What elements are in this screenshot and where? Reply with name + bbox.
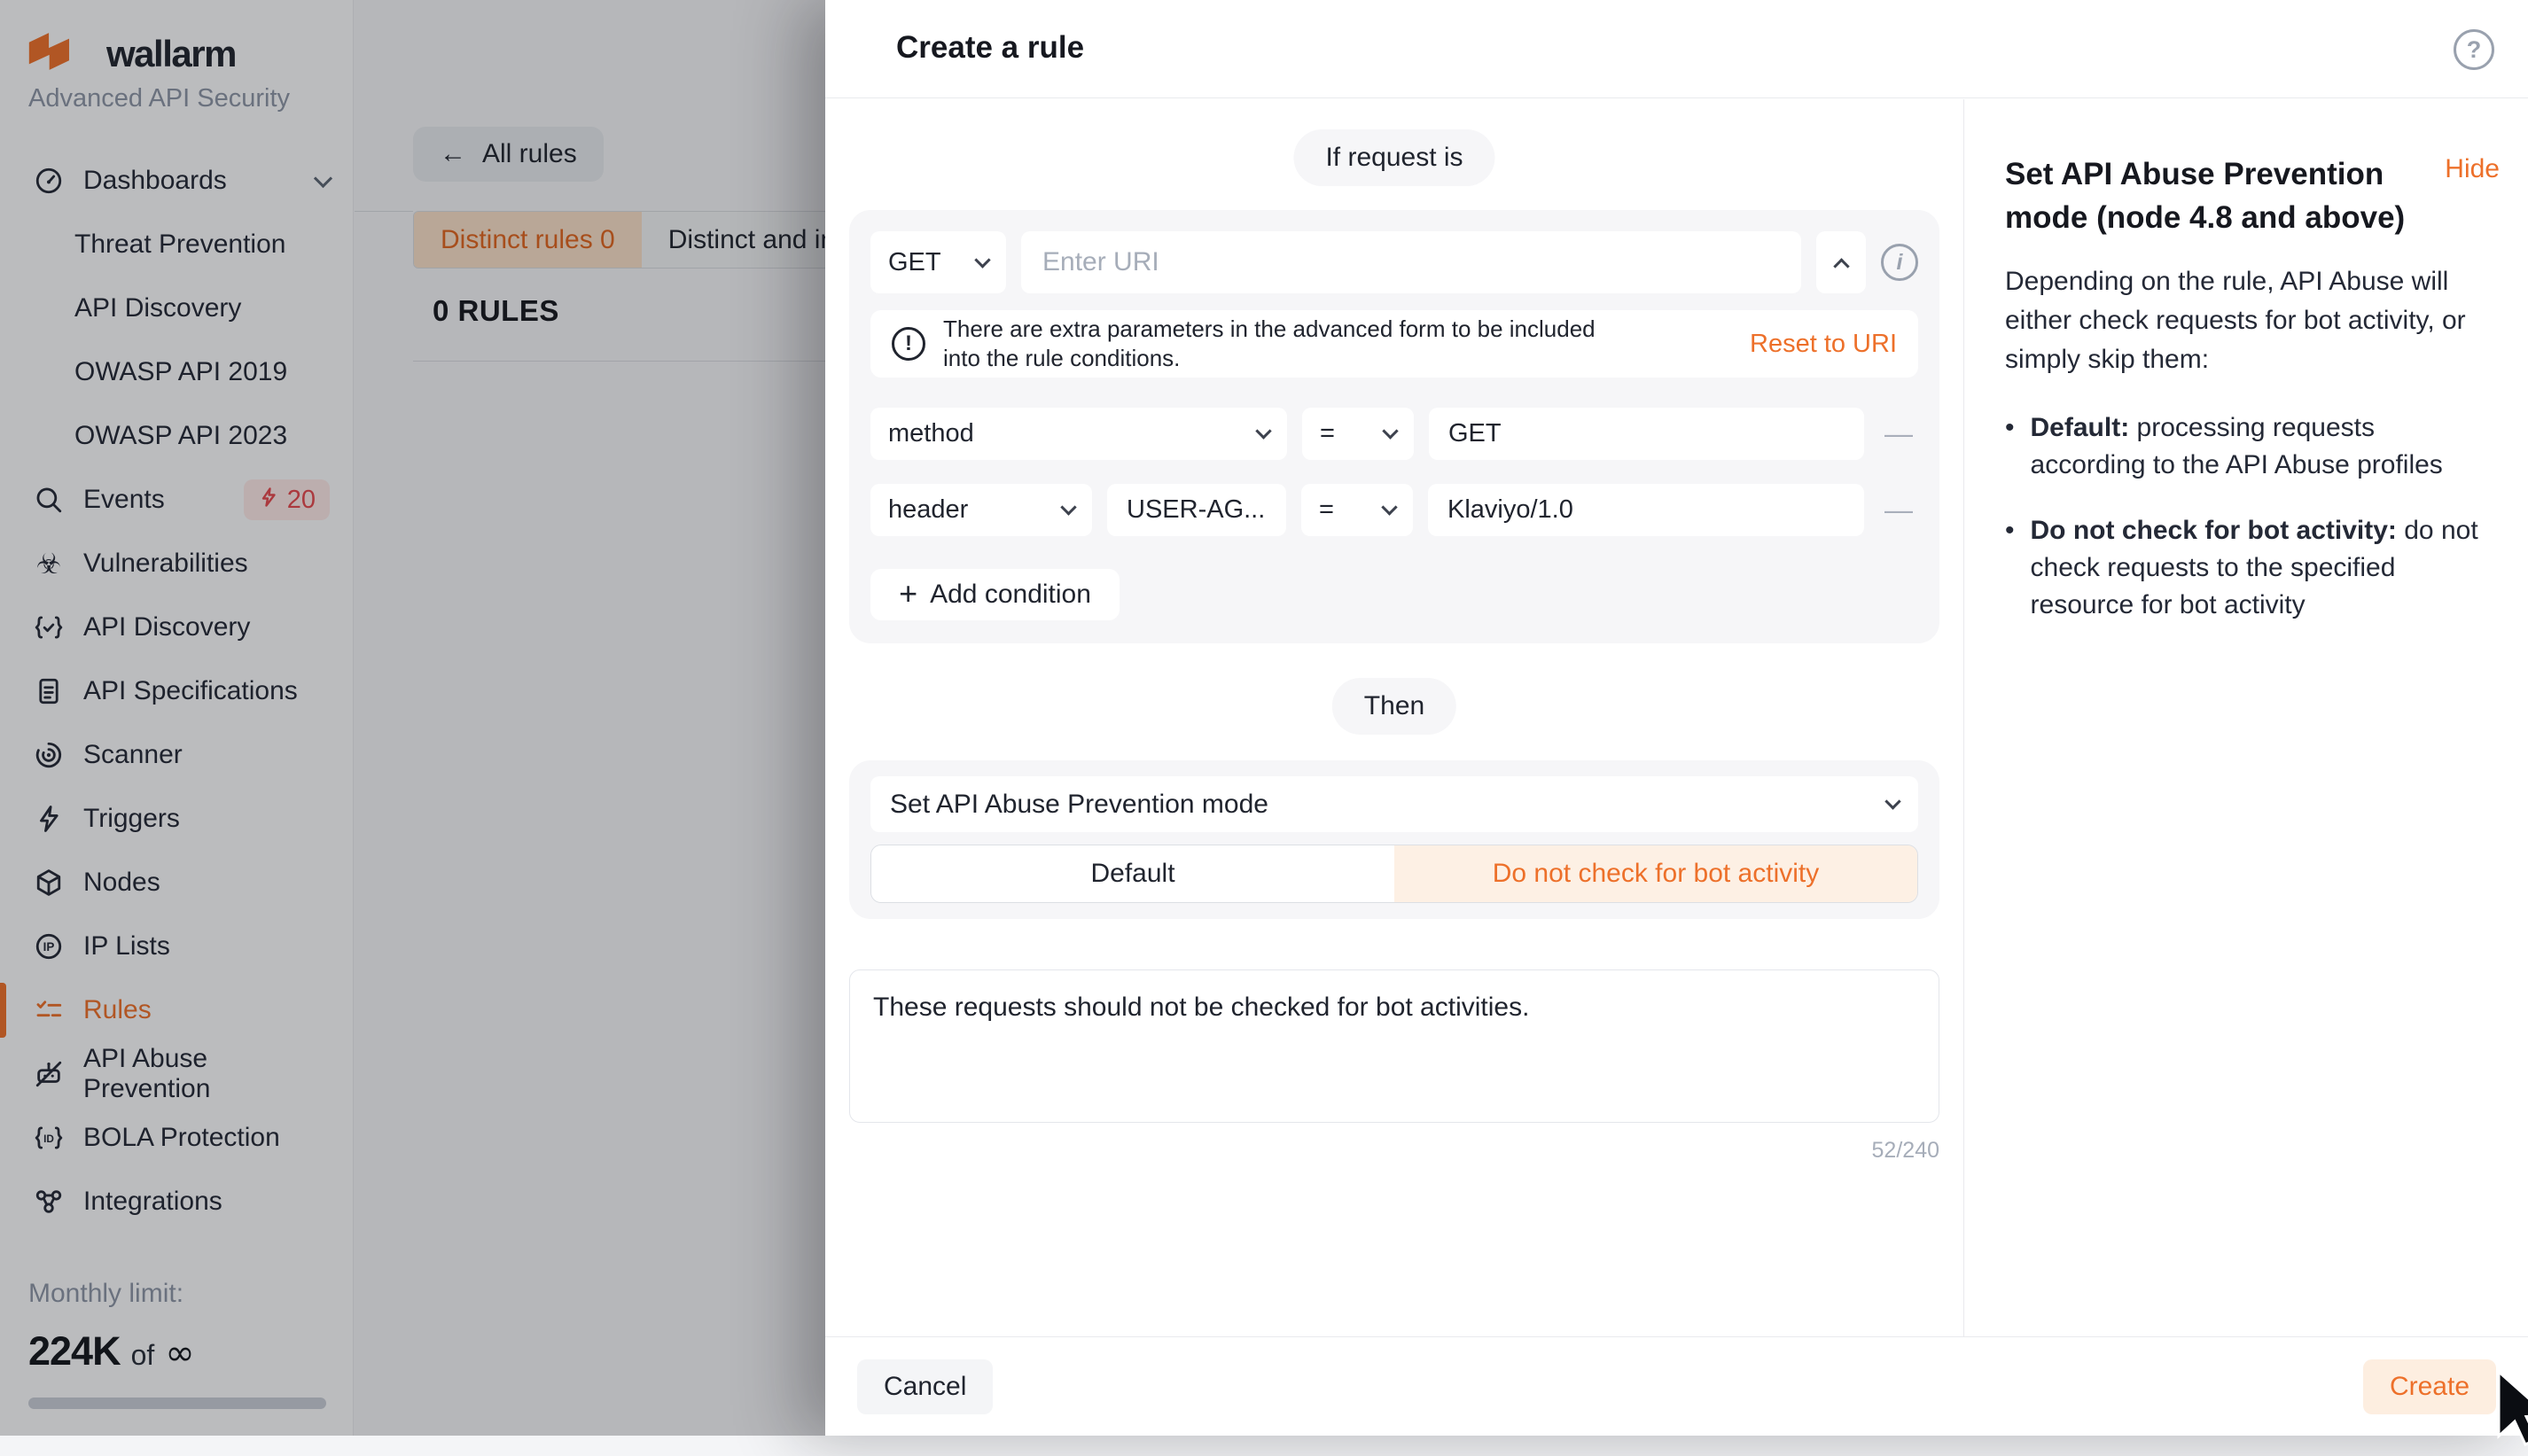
chevron-down-icon	[1255, 423, 1271, 439]
chevron-down-icon	[1884, 793, 1900, 809]
char-counter: 52/240	[1872, 1138, 1939, 1164]
help-side-panel: Set API Abuse Prevention mode (node 4.8 …	[1963, 99, 2528, 1336]
if-request-is-pill: If request is	[1293, 129, 1494, 186]
side-panel-bullets: • Default: processing requests according…	[2005, 409, 2501, 624]
add-condition-button[interactable]: + Add condition	[870, 569, 1120, 620]
condition-operator-value: =	[1320, 419, 1335, 448]
add-condition-label: Add condition	[930, 580, 1091, 610]
side-panel-intro: Depending on the rule, API Abuse will ei…	[2005, 262, 2475, 379]
plus-icon: +	[899, 578, 917, 610]
alert-info-icon: !	[892, 327, 925, 361]
rule-action-select[interactable]: Set API Abuse Prevention mode	[870, 776, 1918, 832]
condition-param-input[interactable]: USER-AG...	[1107, 484, 1286, 536]
mode-toggle: Default Do not check for bot activity	[870, 845, 1918, 903]
condition-row: method = GET —	[870, 408, 1918, 460]
remove-condition-button[interactable]: —	[1879, 417, 1918, 450]
create-button[interactable]: Create	[2363, 1359, 2496, 1414]
bullet-item: • Do not check for bot activity: do not …	[2005, 512, 2484, 624]
uri-input[interactable]	[1021, 231, 1801, 293]
collapse-advanced-button[interactable]	[1816, 231, 1866, 293]
action-box: Set API Abuse Prevention mode Default Do…	[849, 760, 1939, 919]
condition-field-select[interactable]: method	[870, 408, 1287, 460]
http-method-value: GET	[888, 248, 941, 277]
chevron-up-icon	[1833, 258, 1849, 274]
modal-title: Create a rule	[896, 30, 1084, 66]
mode-skip-option[interactable]: Do not check for bot activity	[1394, 845, 1917, 902]
reset-to-uri-link[interactable]: Reset to URI	[1750, 330, 1897, 359]
http-method-select[interactable]: GET	[870, 231, 1006, 293]
cancel-button[interactable]: Cancel	[857, 1359, 993, 1414]
modal-header: Create a rule	[825, 0, 2528, 98]
condition-value-input[interactable]: GET	[1429, 408, 1864, 460]
rule-form: If request is GET i ! There are extra pa…	[825, 99, 1963, 1336]
condition-operator-value: =	[1319, 495, 1334, 525]
condition-operator-select[interactable]: =	[1302, 408, 1414, 460]
conditions-box: GET i ! There are extra parameters in th…	[849, 210, 1939, 643]
extra-parameters-alert: ! There are extra parameters in the adva…	[870, 310, 1918, 378]
mouse-cursor	[2494, 1372, 2528, 1456]
condition-field-value: method	[888, 419, 974, 448]
bullet-term: Do not check for bot activity:	[2031, 516, 2397, 545]
rule-description-textarea[interactable]: These requests should not be checked for…	[849, 969, 1939, 1123]
condition-row: header USER-AG... = Klaviyo/1.0 —	[870, 484, 1918, 536]
condition-field-value: header	[888, 495, 968, 525]
chevron-down-icon	[1382, 423, 1398, 439]
side-panel-title: Set API Abuse Prevention mode (node 4.8 …	[2005, 152, 2430, 239]
condition-value-input[interactable]: Klaviyo/1.0	[1428, 484, 1864, 536]
bullet-icon: •	[2005, 409, 2015, 484]
create-rule-modal: Create a rule ? If request is GET i ! Th…	[825, 0, 2528, 1436]
info-icon[interactable]: i	[1881, 244, 1918, 281]
alert-text: There are extra parameters in the advanc…	[943, 315, 1635, 373]
bullet-term: Default:	[2031, 413, 2130, 442]
chevron-down-icon	[974, 252, 990, 268]
condition-operator-select[interactable]: =	[1301, 484, 1413, 536]
mode-default-option[interactable]: Default	[871, 845, 1394, 902]
hide-panel-link[interactable]: Hide	[2445, 154, 2500, 184]
then-pill: Then	[1332, 678, 1456, 735]
help-icon[interactable]: ?	[2454, 29, 2494, 70]
bullet-item: • Default: processing requests according…	[2005, 409, 2484, 484]
bullet-icon: •	[2005, 512, 2015, 624]
remove-condition-button[interactable]: —	[1879, 494, 1918, 526]
chevron-down-icon	[1381, 499, 1397, 515]
rule-action-value: Set API Abuse Prevention mode	[890, 790, 1268, 820]
modal-footer: Cancel Create	[825, 1336, 2528, 1436]
chevron-down-icon	[1060, 499, 1076, 515]
condition-field-select[interactable]: header	[870, 484, 1092, 536]
